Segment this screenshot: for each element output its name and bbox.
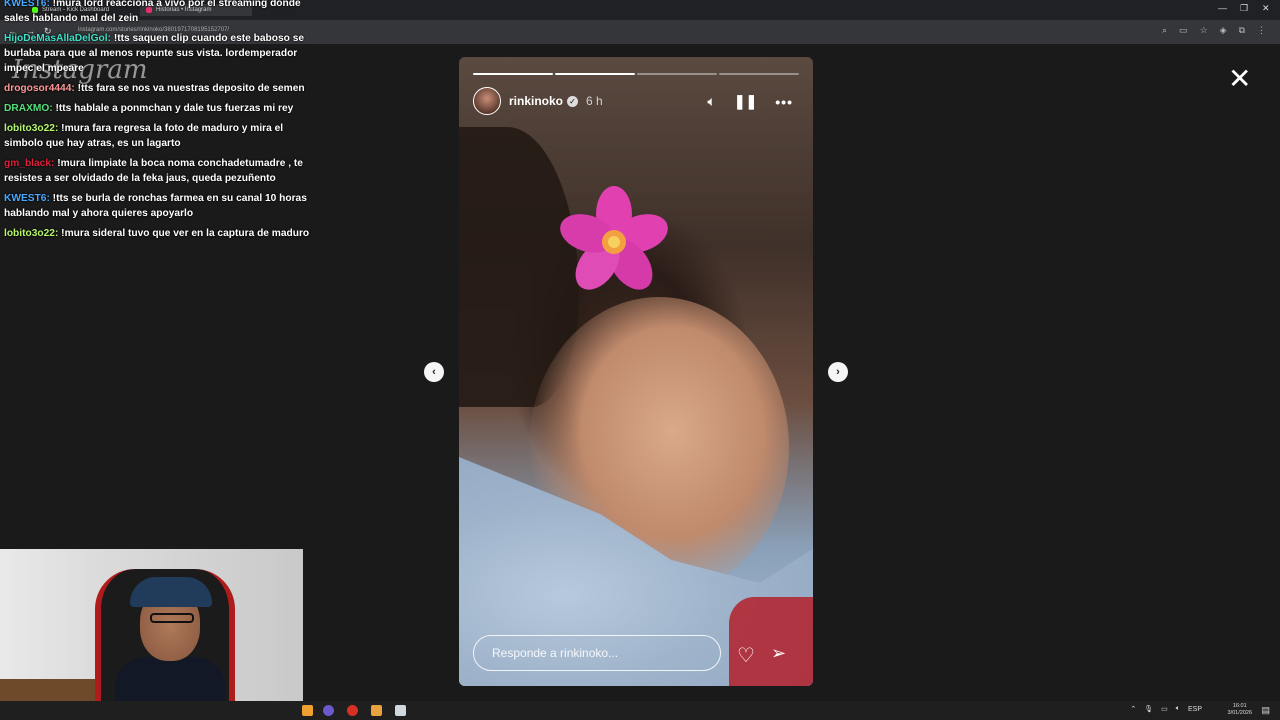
story-progress-segment	[719, 73, 799, 75]
webcam-streamer-headset	[130, 577, 212, 607]
zoom-icon[interactable]: ⌕	[1162, 25, 1167, 36]
chat-message: HijoDeMasAllaDelGol: !tts saquen clip cu…	[4, 31, 324, 76]
webcam-streamer-glasses	[150, 613, 194, 623]
close-window-button[interactable]: ✕	[1262, 3, 1270, 14]
chat-message: drogosor4444: !tts fara se nos va nuestr…	[4, 81, 324, 96]
cast-icon[interactable]: ▭	[1179, 25, 1188, 36]
puzzle-icon[interactable]: ⧉	[1239, 25, 1245, 36]
taskbar-app-icon[interactable]	[302, 705, 313, 716]
chat-message: KWEST6: !tts se burla de ronchas farmea …	[4, 191, 324, 221]
story-progress-bar	[473, 73, 799, 75]
volume-icon[interactable]: 🔈︎	[707, 93, 715, 110]
chat-text: !tts se burla de ronchas farmea en su ca…	[4, 193, 307, 219]
story-progress-segment	[473, 73, 553, 75]
taskbar-app-icon[interactable]	[371, 705, 382, 716]
chevron-up-icon[interactable]: ⌃	[1130, 705, 1136, 713]
close-story-button[interactable]: ✕	[1228, 62, 1251, 95]
language-indicator[interactable]: ESP	[1188, 706, 1202, 713]
chat-message: lobito3o22: !mura sideral tuvo que ver e…	[4, 226, 324, 241]
previous-story-button[interactable]: ‹	[424, 362, 444, 382]
clock-date: 3/01/2026	[1227, 710, 1252, 716]
chat-username: HijoDeMasAllaDelGol:	[4, 33, 111, 44]
taskbar-clock[interactable]: 16:01 3/01/2026	[1228, 703, 1252, 717]
notification-icon[interactable]: ▤	[1261, 705, 1270, 716]
clock-time: 16:01	[1232, 703, 1247, 709]
microphone-icon[interactable]: 🎙︎	[1144, 705, 1153, 713]
verified-badge-icon: ✓	[567, 95, 579, 107]
chat-username: KWEST6:	[4, 0, 50, 9]
stream-chat-overlay: KWEST6: !mura lord reacciona a vivo por …	[4, 0, 324, 246]
chat-message: DRAXMO: !tts hablale a ponmchan y dale t…	[4, 101, 324, 116]
flower-sticker	[560, 186, 668, 290]
avatar[interactable]	[473, 87, 501, 115]
like-heart-icon[interactable]: ♡	[737, 643, 755, 668]
extension-icon[interactable]: ◈	[1220, 25, 1227, 36]
chat-message: gm_black: !mura limpiate la boca noma co…	[4, 156, 324, 186]
story-username[interactable]: rinkinoko	[509, 94, 563, 108]
next-story-button[interactable]: ›	[828, 362, 848, 382]
chat-username: lobito3o22:	[4, 123, 59, 134]
chat-username: DRAXMO:	[4, 103, 53, 114]
minimize-button[interactable]: —	[1218, 3, 1227, 13]
chat-username: drogosor4444:	[4, 83, 75, 94]
story-image-red-fabric	[729, 597, 813, 686]
story-progress-segment	[637, 73, 717, 75]
send-icon[interactable]: ➢	[771, 643, 786, 664]
browser-toolbar: ⌕ ▭ ☆ ◈ ⧉ ⋮	[1162, 25, 1266, 36]
close-icon: ✕	[1228, 63, 1252, 94]
more-options-icon[interactable]: •••	[775, 94, 793, 110]
chat-text: !tts hablale a ponmchan y dale tus fuerz…	[52, 103, 294, 114]
maximize-button[interactable]: ❐	[1240, 3, 1248, 14]
story-card[interactable]: rinkinoko ✓ 6 h 🔈︎ ❚❚ ••• Responde a rin…	[459, 57, 813, 686]
bookmark-star-icon[interactable]: ☆	[1200, 25, 1208, 36]
reply-input[interactable]: Responde a rinkinoko...	[473, 635, 721, 671]
reply-placeholder: Responde a rinkinoko...	[492, 646, 619, 660]
chat-username: lobito3o22:	[4, 228, 59, 239]
chat-message: lobito3o22: !mura fara regresa la foto d…	[4, 121, 324, 151]
chat-text: !mura sideral tuvo que ver en la captura…	[58, 228, 310, 239]
webcam-overlay	[0, 549, 303, 720]
chat-message: KWEST6: !mura lord reacciona a vivo por …	[4, 0, 324, 26]
story-progress-segment	[555, 73, 635, 75]
chevron-right-icon: ›	[836, 366, 840, 378]
chat-text: !tts fara se nos va nuestras deposito de…	[74, 83, 305, 94]
chat-username: gm_black:	[4, 158, 55, 169]
story-timestamp: 6 h	[586, 94, 603, 108]
story-actions: 🔈︎ ❚❚ •••	[707, 93, 793, 110]
network-icon[interactable]: ▭	[1161, 705, 1168, 713]
speaker-icon[interactable]: 🔈︎	[1176, 705, 1180, 713]
windows-taskbar: ⌃ 🎙︎ ▭ 🔈︎ ESP 16:01 3/01/2026 ▤	[0, 701, 1280, 720]
taskbar-app-icon[interactable]	[323, 705, 334, 716]
system-tray: ⌃ 🎙︎ ▭ 🔈︎ ESP	[1130, 705, 1240, 713]
chat-username: KWEST6:	[4, 193, 50, 204]
menu-icon[interactable]: ⋮	[1257, 25, 1266, 36]
pause-icon[interactable]: ❚❚	[734, 93, 757, 110]
chevron-left-icon: ‹	[432, 366, 436, 378]
taskbar-app-icon[interactable]	[395, 705, 406, 716]
taskbar-app-icon[interactable]	[347, 705, 358, 716]
